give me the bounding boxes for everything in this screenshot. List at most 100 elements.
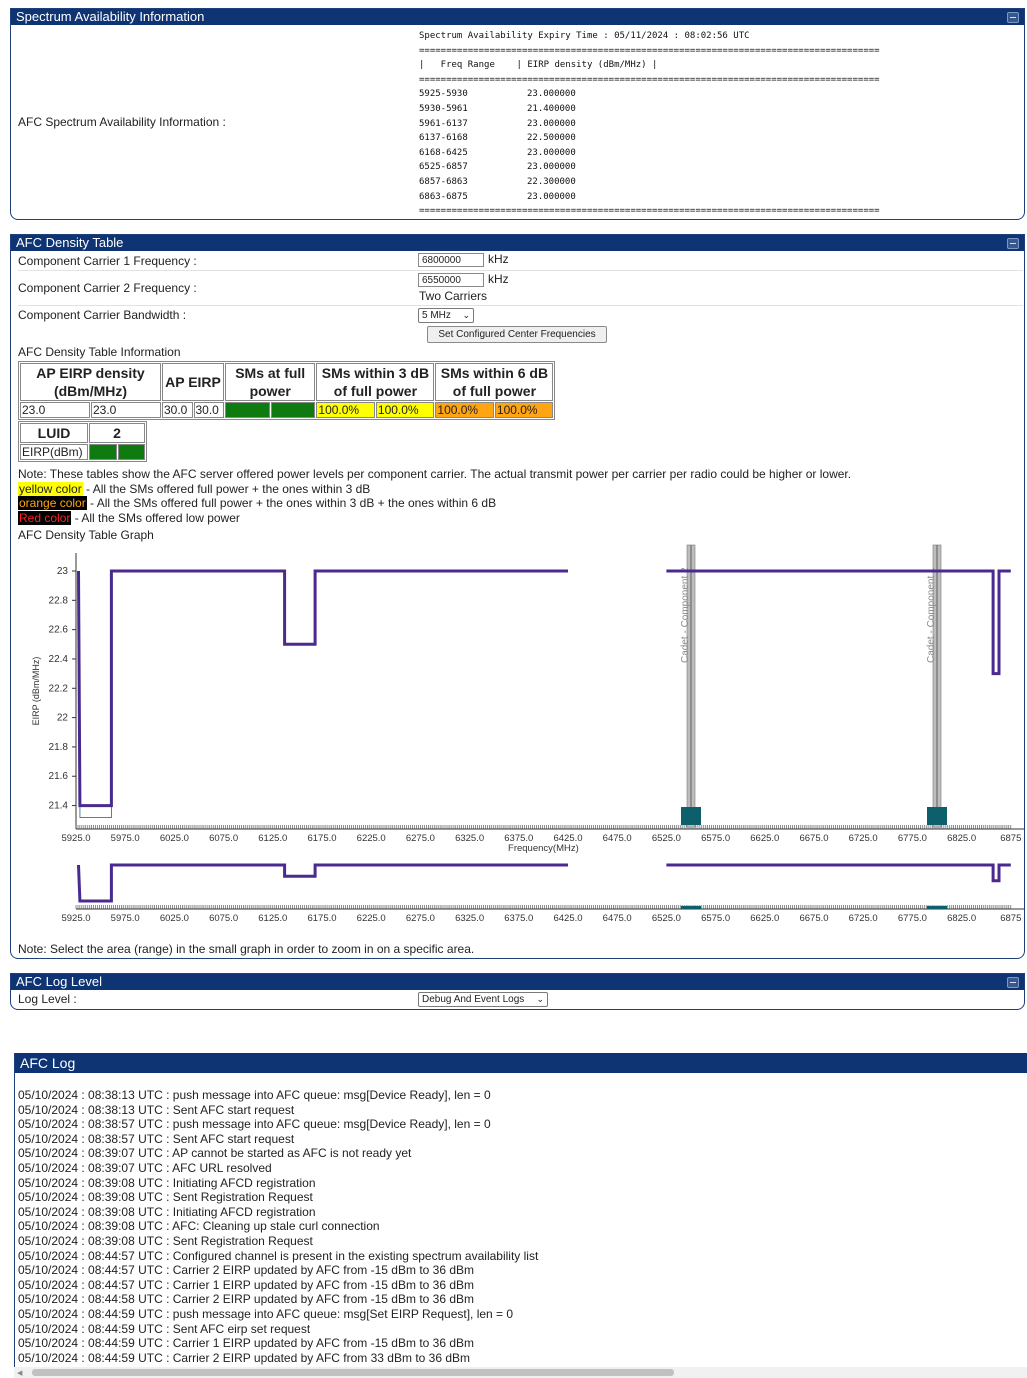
density-table-row: 23.0 23.0 30.0 30.0 100.0% 100.0% 100.0%… (20, 402, 554, 418)
graph-note: Note: Select the area (range) in the sma… (18, 942, 475, 956)
mini-x-tick-label: 5975.0 (111, 913, 140, 924)
collapse-icon[interactable] (1007, 977, 1019, 988)
mini-x-tick-label: 6025.0 (160, 913, 189, 924)
log-line: 05/10/2024 : 08:44:59 UTC : Carrier 2 EI… (18, 1350, 471, 1365)
mini-x-tick-label: 6575.0 (701, 913, 730, 924)
cc1-unit: kHz (488, 252, 509, 266)
collapse-icon[interactable] (1007, 12, 1019, 23)
rule-line: ========================================… (419, 45, 880, 56)
mini-x-tick-label: 6275.0 (406, 913, 435, 924)
spectrum-row: 6857-6863 22.300000 (419, 175, 880, 190)
spectrum-panel-title: Spectrum Availability Information (16, 9, 205, 24)
x-tick-label: 6575.0 (701, 833, 730, 844)
mini-x-tick-label: 6125.0 (258, 913, 287, 924)
carrier-marker (927, 807, 947, 825)
mini-x-tick-label: 6175.0 (307, 913, 336, 924)
spectrum-row: 6137-6168 22.500000 (419, 131, 880, 146)
mini-x-tick-label: 6825.0 (947, 913, 976, 924)
legend-red-tag: Red color (18, 511, 72, 525)
col-sms-6db: SMs within 6 dB of full power (435, 363, 554, 401)
luid-header-row: LUID 2 (20, 423, 145, 443)
table-cell: 30.0 (162, 402, 193, 418)
density-panel-title: AFC Density Table (16, 235, 124, 250)
x-minor-ticks (75, 825, 1012, 829)
horizontal-scrollbar[interactable]: ◀ (14, 1367, 1027, 1378)
spectrum-row: 6168-6425 23.000000 (419, 146, 880, 161)
spectrum-label: AFC Spectrum Availability Information : (18, 115, 226, 129)
x-tick-label: 6325.0 (455, 833, 484, 844)
freq-header: | Freq Range | EIRP density (dBm/MHz) | (419, 60, 658, 71)
chevron-down-icon: ⌄ (462, 310, 470, 320)
log-level-panel-header: AFC Log Level (11, 974, 1024, 990)
x-tick-label: 6625.0 (750, 833, 779, 844)
luid-row: EIRP(dBm) 30.0 30.0 (20, 444, 145, 460)
log-lines: 05/10/2024 : 08:38:13 UTC : push message… (18, 1088, 538, 1365)
log-line: 05/10/2024 : 08:38:57 UTC : Sent AFC sta… (18, 1131, 295, 1146)
log-line: 05/10/2024 : 08:44:57 UTC : Configured c… (18, 1248, 539, 1263)
freq-range: 6863-6875 (419, 191, 468, 202)
table-cell: 100.0% (316, 402, 375, 418)
log-line: 05/10/2024 : 08:44:59 UTC : Carrier 1 EI… (18, 1336, 475, 1351)
legend-yellow-tag: yellow color (18, 482, 83, 496)
scrollbar-left-arrow-icon[interactable]: ◀ (17, 1369, 22, 1377)
cc2-unit: kHz (488, 272, 509, 286)
log-line: 05/10/2024 : 08:44:59 UTC : push message… (18, 1306, 514, 1321)
spectrum-rows: 5925-5930 23.000000 5930-5961 21.400000 5961… (419, 87, 880, 204)
table-cell: 100.0% (225, 402, 270, 418)
log-level-select[interactable]: Debug And Event Logs ⌄ (418, 992, 548, 1007)
freq-range: 6857-6863 (419, 176, 468, 187)
legend-red-text: - All the SMs offered low power (71, 511, 240, 525)
mini-x-tick-label: 6725.0 (849, 913, 878, 924)
log-level-panel: AFC Log Level Log Level : Debug And Even… (10, 973, 1025, 1010)
x-tick-label: 6725.0 (849, 833, 878, 844)
carrier-label: Cadet - Component 1 (926, 567, 937, 663)
eirp-density: 23.000000 (527, 191, 576, 202)
log-line: 05/10/2024 : 08:38:13 UTC : Sent AFC sta… (18, 1102, 295, 1117)
spectrum-row: 6525-6857 23.000000 (419, 160, 880, 175)
log-line: 05/10/2024 : 08:38:13 UTC : push message… (18, 1088, 491, 1102)
bandwidth-select[interactable]: 5 MHz ⌄ (418, 308, 474, 323)
eirp-density: 23.000000 (527, 162, 576, 173)
y-tick-label: 21.4 (49, 801, 69, 812)
table-cell: 100.0% (270, 402, 316, 418)
col-sms-3db: SMs within 3 dB of full power (316, 363, 435, 401)
luid-table: LUID 2 EIRP(dBm) 30.0 30.0 (18, 421, 147, 462)
mini-x-tick-label: 6675.0 (799, 913, 828, 924)
table-cell: 100.0% (375, 402, 435, 418)
mini-x-tick-label: 6375.0 (504, 913, 533, 924)
cc1-frequency-input[interactable]: 6800000 (418, 253, 484, 267)
bandwidth-value: 5 MHz (422, 310, 451, 321)
luid-row-label: EIRP(dBm) (20, 444, 88, 460)
log-line: 05/10/2024 : 08:39:08 UTC : Sent Registr… (18, 1190, 313, 1205)
table-cell: 100.0% (494, 402, 554, 418)
log-line: 05/10/2024 : 08:44:58 UTC : Carrier 2 EI… (18, 1292, 475, 1307)
density-panel: AFC Density Table Component Carrier 1 Fr… (10, 234, 1025, 959)
x-tick-label: 6075.0 (209, 833, 238, 844)
mini-x-tick-label: 6625.0 (750, 913, 779, 924)
spectrum-text: Spectrum Availability Expiry Time : 05/1… (419, 29, 880, 219)
dip-outline (79, 805, 112, 818)
x-tick-label: 6825.0 (947, 833, 976, 844)
freq-range: 5930-5961 (419, 103, 468, 114)
set-center-frequencies-button[interactable]: Set Configured Center Frequencies (427, 326, 607, 343)
density-table-info-label: AFC Density Table Information (18, 345, 181, 359)
log-line: 05/10/2024 : 08:44:59 UTC : Sent AFC eir… (18, 1321, 311, 1336)
table-cell: 23.0 (91, 402, 161, 418)
legend-yellow-text: - All the SMs offered full power + the o… (82, 482, 371, 496)
collapse-icon[interactable] (1007, 238, 1019, 249)
log-line: 05/10/2024 : 08:38:57 UTC : push message… (18, 1117, 491, 1132)
mini-carrier-marker (681, 906, 701, 909)
cc2-frequency-input[interactable]: 6550000 (418, 273, 484, 287)
density-graph-overview[interactable]: 5925.0 5975.0 6025.0 6075.0 6125.0 6175.0 6225… (11, 863, 1024, 933)
cc2-label: Component Carrier 2 Frequency : (18, 281, 197, 295)
log-panel-title: AFC Log (20, 1055, 76, 1071)
log-line: 05/10/2024 : 08:44:57 UTC : Carrier 2 EI… (18, 1263, 475, 1278)
table-cell: 30.0 (193, 402, 224, 418)
log-line: 05/10/2024 : 08:44:57 UTC : Carrier 1 EI… (18, 1277, 475, 1292)
x-tick-label: 5925.0 (61, 833, 90, 844)
scrollbar-thumb[interactable] (32, 1369, 674, 1376)
row-separator (18, 270, 1023, 271)
freq-range: 6137-6168 (419, 133, 468, 144)
log-line: 05/10/2024 : 08:39:07 UTC : AFC URL reso… (18, 1160, 272, 1175)
row-separator (18, 305, 1023, 306)
